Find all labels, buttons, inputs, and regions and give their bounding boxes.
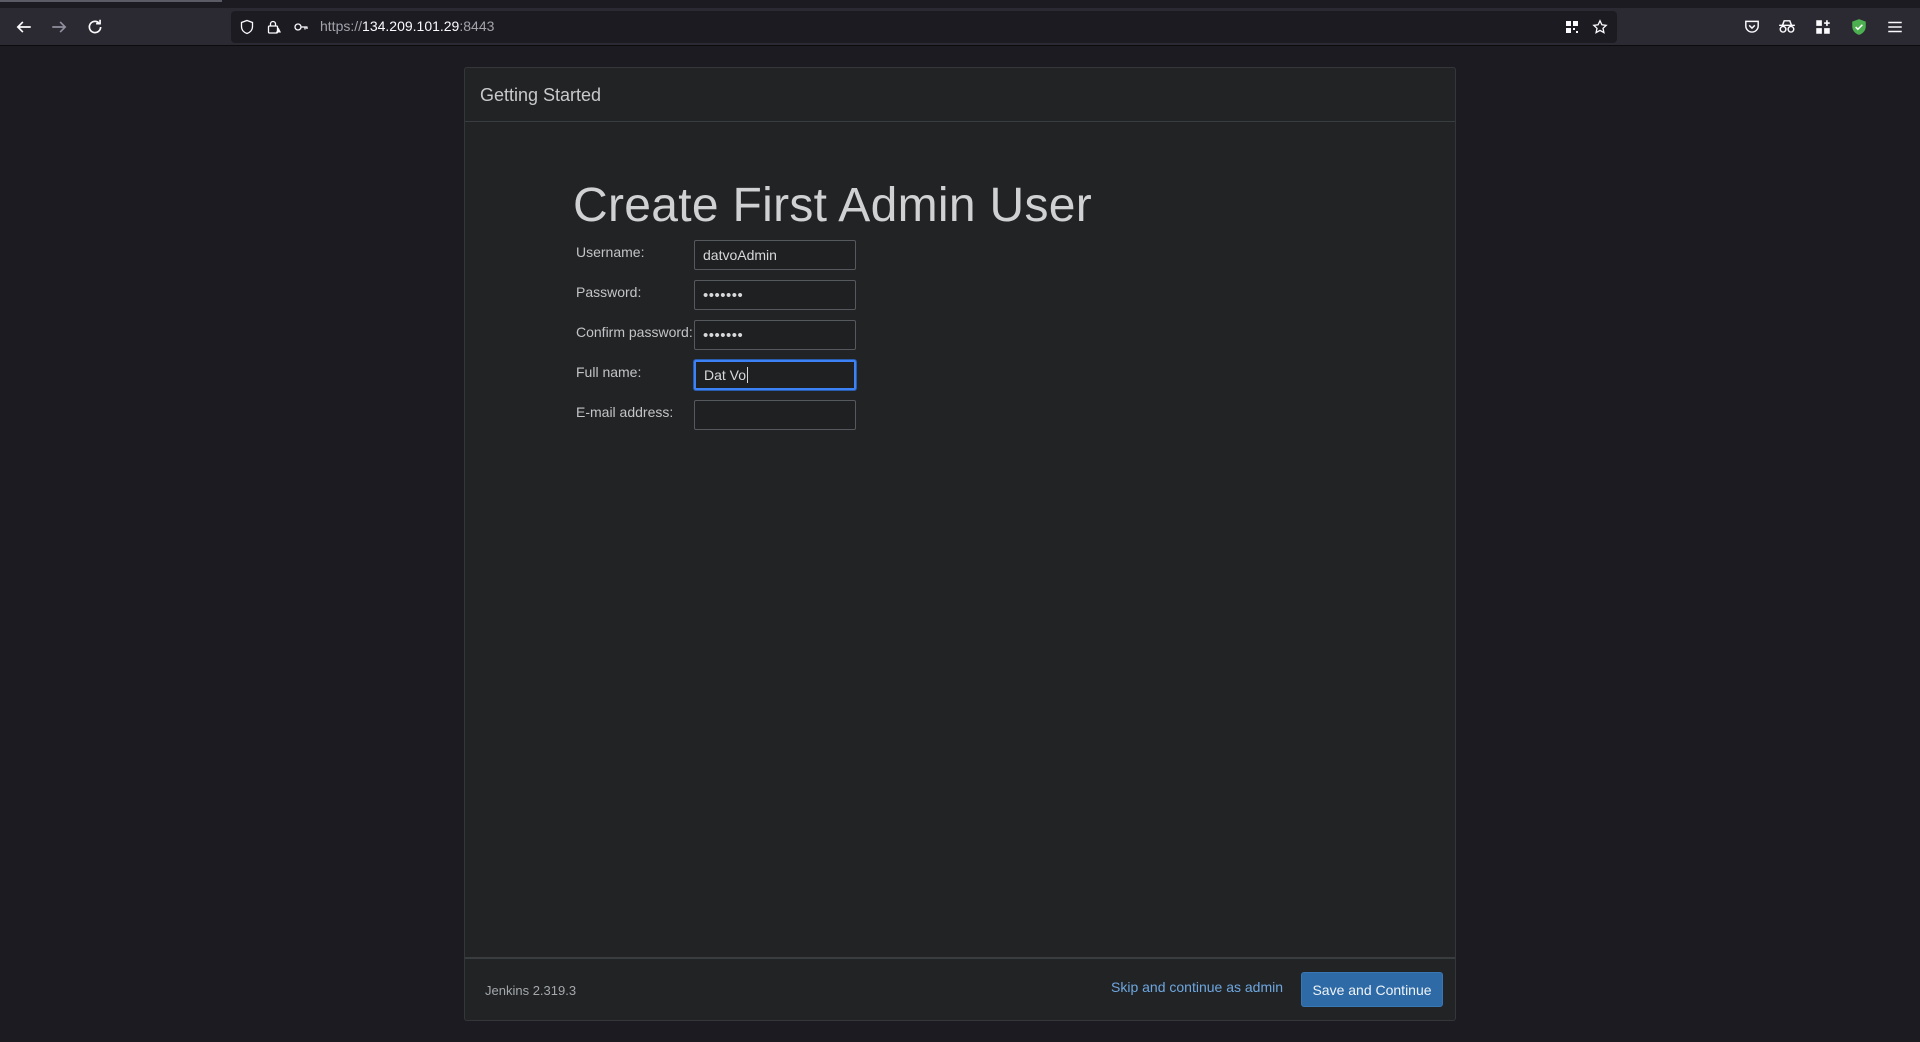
reload-icon[interactable] bbox=[80, 12, 110, 42]
full-name-label: Full name: bbox=[576, 364, 642, 380]
lock-warning-icon[interactable] bbox=[264, 17, 284, 37]
url-text[interactable]: https://134.209.101.29:8443 bbox=[320, 18, 494, 34]
tab-strip bbox=[0, 0, 1920, 8]
key-icon[interactable] bbox=[291, 17, 311, 37]
email-row: E-mail address: bbox=[576, 400, 1056, 432]
pocket-icon[interactable] bbox=[1737, 12, 1767, 42]
url-host: 134.209.101.29 bbox=[362, 18, 460, 34]
password-input[interactable]: ••••••• bbox=[694, 280, 856, 310]
username-row: Username: datvoAdmin bbox=[576, 240, 1056, 272]
page-heading: Create First Admin User bbox=[573, 179, 1093, 232]
active-tab-indicator bbox=[0, 0, 222, 2]
save-and-continue-button[interactable]: Save and Continue bbox=[1301, 972, 1443, 1007]
password-row: Password: ••••••• bbox=[576, 280, 1056, 312]
full-name-row: Full name: Dat Vo bbox=[576, 360, 1056, 392]
username-label: Username: bbox=[576, 244, 645, 260]
shield-icon[interactable] bbox=[237, 17, 257, 37]
bookmark-star-icon[interactable] bbox=[1590, 17, 1610, 37]
url-scheme: https:// bbox=[320, 18, 363, 34]
menu-icon[interactable] bbox=[1880, 12, 1910, 42]
setup-wizard-panel: Getting Started Create First Admin User … bbox=[464, 67, 1456, 1021]
text-caret bbox=[747, 367, 749, 383]
panel-header: Getting Started bbox=[465, 68, 1455, 122]
browser-toolbar: https://134.209.101.29:8443 bbox=[0, 8, 1920, 46]
panel-footer: Jenkins 2.319.3 Skip and continue as adm… bbox=[465, 957, 1455, 1020]
skip-and-continue-link[interactable]: Skip and continue as admin bbox=[1111, 979, 1283, 995]
back-icon[interactable] bbox=[9, 12, 39, 42]
confirm-password-row: Confirm password: ••••••• bbox=[576, 320, 1056, 352]
email-label: E-mail address: bbox=[576, 404, 674, 420]
username-input[interactable]: datvoAdmin bbox=[694, 240, 856, 270]
qr-grid-icon[interactable] bbox=[1562, 17, 1582, 37]
full-name-value: Dat Vo bbox=[704, 367, 747, 383]
confirm-password-label: Confirm password: bbox=[576, 324, 693, 340]
extensions-icon[interactable] bbox=[1808, 12, 1838, 42]
url-port: :8443 bbox=[459, 18, 495, 34]
jenkins-version: Jenkins 2.319.3 bbox=[485, 983, 577, 998]
forward-icon[interactable] bbox=[44, 12, 74, 42]
password-label: Password: bbox=[576, 284, 642, 300]
incognito-icon[interactable] bbox=[1772, 12, 1802, 42]
email-input[interactable] bbox=[694, 400, 856, 430]
url-bar[interactable]: https://134.209.101.29:8443 bbox=[231, 11, 1617, 43]
panel-title: Getting Started bbox=[480, 85, 602, 105]
shield-extension-icon[interactable] bbox=[1844, 12, 1874, 42]
full-name-input[interactable]: Dat Vo bbox=[694, 360, 856, 390]
confirm-password-input[interactable]: ••••••• bbox=[694, 320, 856, 350]
